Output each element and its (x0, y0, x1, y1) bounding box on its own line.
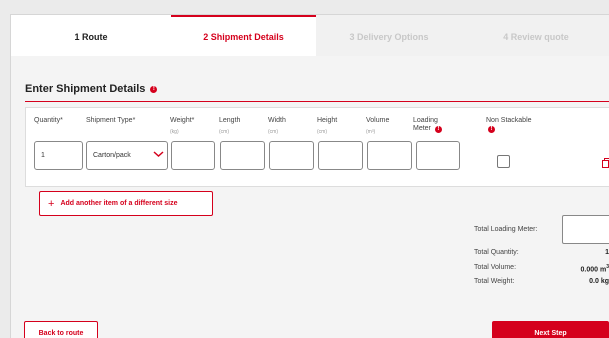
width-unit: (cm) (268, 129, 278, 135)
info-icon[interactable]: ! (150, 85, 158, 93)
weight-input[interactable] (171, 141, 215, 170)
total-quantity-value: 1 (605, 249, 609, 256)
tab-delivery-options: 3 Delivery Options (316, 15, 462, 56)
tab-review-quote: 4 Review quote (462, 15, 609, 56)
non-stackable-checkbox[interactable] (497, 155, 510, 168)
page-title: Enter Shipment Details (25, 83, 146, 95)
shipment-type-label: Shipment Type* (86, 117, 136, 124)
width-label: Width (268, 117, 286, 124)
info-icon[interactable]: ! (488, 125, 495, 133)
total-loading-meter-input[interactable] (562, 215, 609, 244)
non-stackable-label: Non Stackable ! (486, 117, 541, 133)
shipment-item-row: Quantity* Shipment Type* Weight* (kg) Le… (25, 107, 609, 187)
length-label: Length (219, 117, 241, 124)
total-volume-number: 0.000 m (580, 266, 607, 274)
tab-shipment-details[interactable]: 2 Shipment Details (171, 15, 316, 56)
loading-meter-label: Loading Meter ! (413, 117, 453, 133)
volume-label: Volume (366, 117, 390, 124)
section-title-row: Enter Shipment Details ! (25, 83, 158, 95)
add-item-label: Add another item of a different size (60, 200, 178, 207)
length-unit: (cm) (219, 129, 229, 135)
back-to-route-button[interactable]: Back to route (24, 321, 98, 338)
length-input[interactable] (220, 141, 265, 170)
title-divider (25, 101, 609, 102)
weight-label: Weight* (170, 117, 195, 124)
total-volume-label: Total Volume: (474, 264, 517, 271)
shipment-type-value: Carton/pack (93, 152, 131, 159)
total-weight-label: Total Weight: (474, 278, 515, 285)
step-tabs: 1 Route 2 Shipment Details 3 Delivery Op… (11, 15, 609, 56)
tab-route[interactable]: 1 Route (11, 15, 171, 56)
total-volume-value: 0.000 m3 (529, 264, 609, 273)
height-input[interactable] (318, 141, 363, 170)
shipment-type-select[interactable]: Carton/pack (86, 141, 168, 170)
plus-icon: + (48, 197, 55, 210)
volume-input[interactable] (367, 141, 412, 170)
loading-meter-input[interactable] (416, 141, 460, 170)
volume-unit: (m³) (366, 129, 376, 135)
width-input[interactable] (269, 141, 314, 170)
weight-unit: (kg) (170, 129, 179, 135)
chevron-down-icon (153, 151, 164, 158)
height-label: Height (317, 117, 338, 124)
add-item-button[interactable]: + Add another item of a different size (39, 191, 213, 216)
next-step-button[interactable]: Next Step (492, 321, 609, 338)
quantity-label: Quantity* (34, 117, 63, 124)
info-icon[interactable]: ! (434, 125, 442, 133)
total-loading-meter-label: Total Loading Meter: (474, 226, 538, 233)
quantity-input[interactable]: 1 (34, 141, 83, 170)
copy-icon[interactable] (602, 158, 609, 168)
total-weight-value: 0.0 kg (589, 278, 609, 285)
total-quantity-label: Total Quantity: (474, 249, 519, 256)
non-stackable-label-text: Non Stackable (486, 117, 532, 124)
height-unit: (cm) (317, 129, 327, 135)
shipment-form-panel: 1 Route 2 Shipment Details 3 Delivery Op… (10, 14, 609, 338)
